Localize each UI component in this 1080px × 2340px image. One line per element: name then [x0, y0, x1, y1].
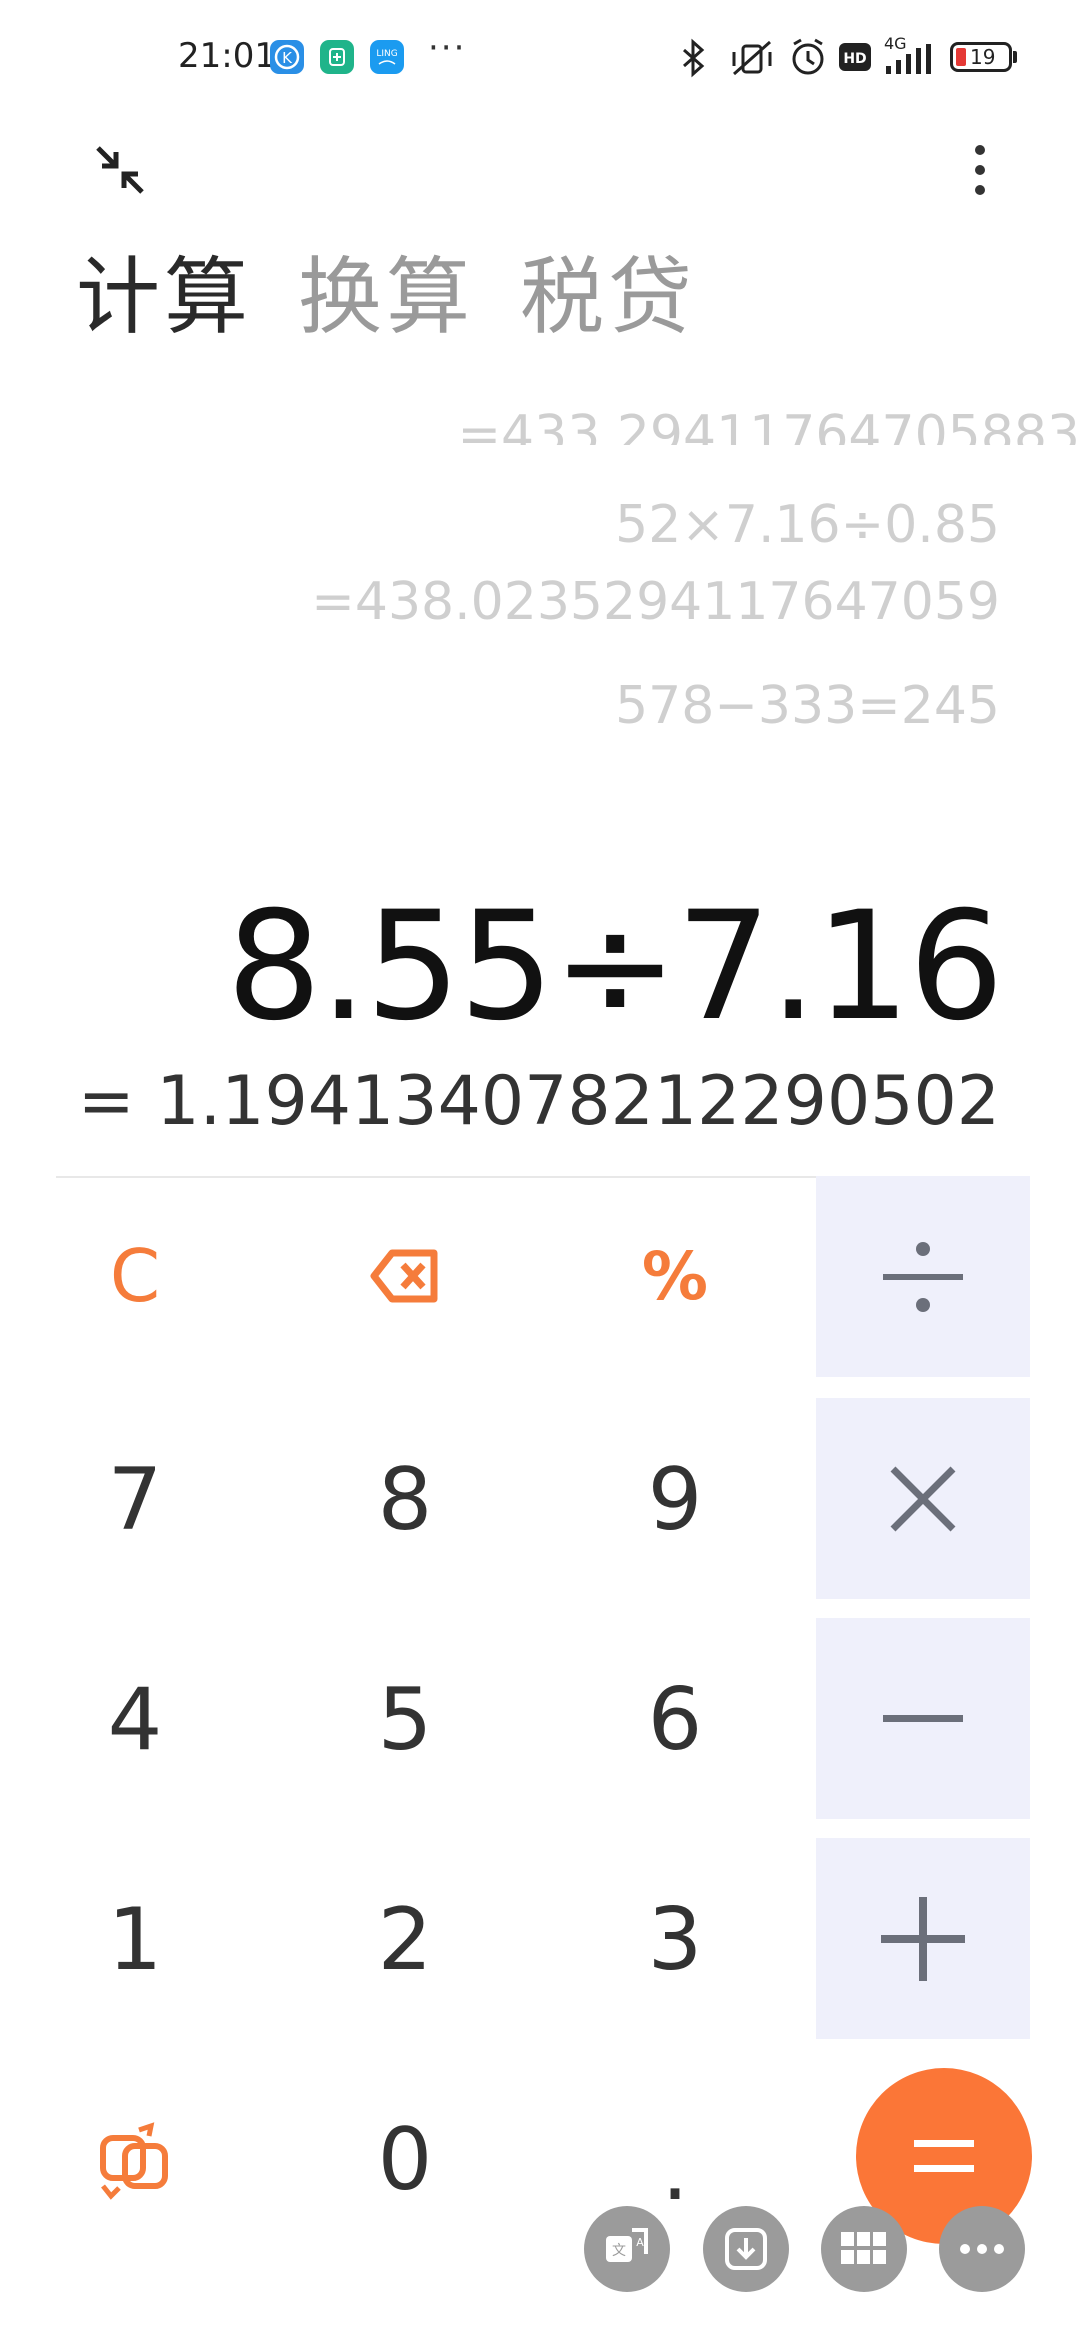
multiply-icon [890, 1466, 956, 1531]
app-shield-icon [320, 40, 354, 74]
collapse-icon[interactable] [90, 140, 150, 200]
digit-2-button[interactable]: 2 [310, 1840, 500, 2040]
clear-button[interactable]: C [40, 1176, 230, 1376]
digit-7-button[interactable]: 7 [40, 1400, 230, 1600]
svg-text:K: K [282, 49, 293, 67]
more-horiz-button[interactable] [939, 2206, 1025, 2292]
digit-1-button[interactable]: 1 [40, 1840, 230, 2040]
svg-text:A: A [636, 2236, 644, 2249]
hd-icon: HD [839, 43, 871, 71]
history-entry[interactable]: 578−333=245 [615, 676, 1000, 736]
multiply-button[interactable] [816, 1398, 1030, 1599]
digit-5-button[interactable]: 5 [310, 1620, 500, 1820]
translate-button[interactable]: 文A [584, 2206, 670, 2292]
status-time: 21:01 [178, 36, 276, 76]
backspace-icon [370, 1249, 438, 1303]
vibrate-off-icon [732, 40, 772, 76]
plus-icon [881, 1896, 965, 1981]
more-horiz-icon [960, 2244, 1004, 2254]
tab-tax-loan[interactable]: 税贷 [520, 255, 696, 339]
battery-level: 19 [970, 45, 996, 69]
divide-icon [883, 1241, 963, 1312]
svg-text:LING: LING [376, 49, 397, 59]
digit-0-button[interactable]: 0 [310, 2060, 500, 2260]
tab-calculate[interactable]: 计算 [76, 255, 252, 339]
digit-9-button[interactable]: 9 [580, 1400, 770, 1600]
bluetooth-icon [683, 38, 705, 78]
download-icon [725, 2228, 767, 2270]
grid-button[interactable] [821, 2206, 907, 2292]
translate-icon: 文A [606, 2228, 648, 2262]
history-partial-result[interactable]: =433.29411764705883 [0, 405, 1080, 445]
minus-icon [883, 1714, 963, 1722]
backspace-button[interactable] [310, 1176, 500, 1376]
switch-mode-button[interactable] [40, 2060, 230, 2260]
divide-button[interactable] [816, 1176, 1030, 1377]
digit-3-button[interactable]: 3 [580, 1840, 770, 2040]
current-expression: 8.55÷7.16 [226, 880, 1004, 1054]
history-expression[interactable]: 52×7.16÷0.85 [615, 495, 1000, 555]
mode-tabs: 计算 换算 税贷 [76, 255, 696, 339]
plus-button[interactable] [816, 1838, 1030, 2039]
grid-icon [841, 2232, 886, 2264]
battery-tip [1013, 51, 1017, 63]
status-overflow: ··· [428, 28, 467, 68]
tab-convert[interactable]: 换算 [298, 255, 474, 339]
alarm-icon [792, 38, 824, 75]
percent-button[interactable]: % [580, 1176, 770, 1376]
svg-text:文: 文 [612, 2243, 626, 2259]
current-result: = 1.194134078212290502 [77, 1062, 1000, 1141]
minus-button[interactable] [816, 1618, 1030, 1819]
equals-icon [914, 2140, 974, 2172]
signal-icon [886, 44, 931, 74]
more-vert-icon[interactable] [960, 140, 1000, 200]
svg-text:HD: HD [843, 51, 866, 67]
app-ling-icon: LING [370, 40, 404, 74]
history-clip: =433.29411764705883 [0, 405, 1080, 445]
switch-mode-icon [100, 2122, 168, 2200]
digit-6-button[interactable]: 6 [580, 1620, 770, 1820]
digit-4-button[interactable]: 4 [40, 1620, 230, 1820]
history-result[interactable]: =438.0235294117647059 [311, 572, 1000, 632]
digit-8-button[interactable]: 8 [310, 1400, 500, 1600]
download-button[interactable] [703, 2206, 789, 2292]
battery-icon: 19 [950, 42, 1012, 72]
app-k-icon: K [270, 40, 304, 74]
